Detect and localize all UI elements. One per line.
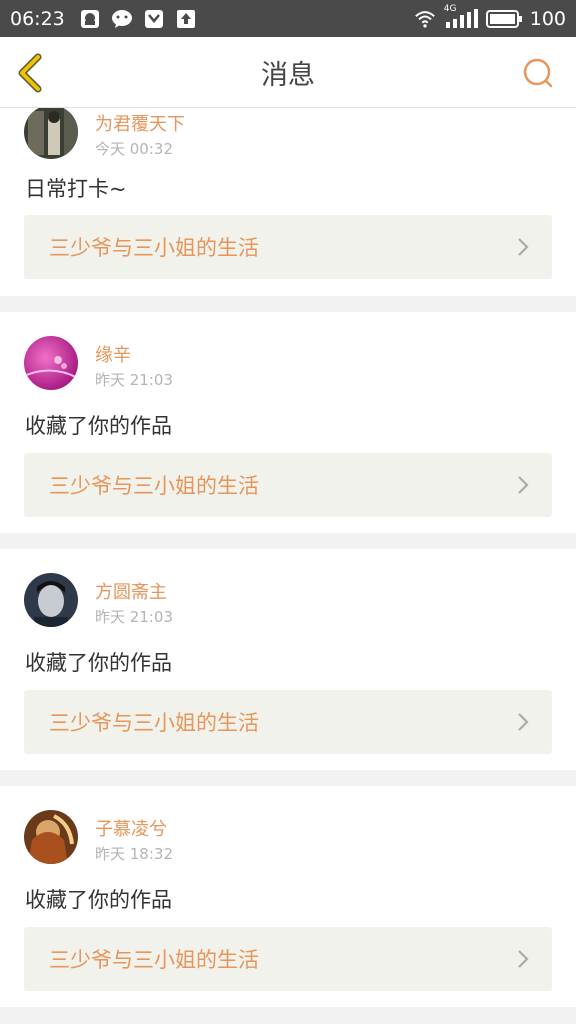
status-time: 06:23: [10, 7, 65, 30]
chevron-left-icon: [18, 53, 42, 93]
user-name[interactable]: 为君覆天下: [95, 110, 185, 136]
status-bar: 06:23 4G 100: [0, 0, 576, 37]
message-text: 收藏了你的作品: [25, 651, 172, 675]
message-card: 缘辛 昨天 21:03 收藏了你的作品 三少爷与三小姐的生活: [0, 312, 576, 533]
chevron-right-icon: [518, 238, 529, 256]
search-button[interactable]: [522, 57, 554, 89]
work-link[interactable]: 三少爷与三小姐的生活: [24, 690, 552, 754]
chevron-right-icon: [518, 476, 529, 494]
message-text: 收藏了你的作品: [25, 888, 172, 912]
user-avatar[interactable]: [24, 108, 78, 159]
network-label: 4G: [443, 3, 457, 14]
message-time: 昨天 18:32: [95, 845, 173, 863]
work-link[interactable]: 三少爷与三小姐的生活: [24, 927, 552, 991]
wechat-notification-icon: [111, 8, 133, 30]
chevron-right-icon: [518, 950, 529, 968]
message-feed[interactable]: 为君覆天下 今天 00:32 日常打卡~ 三少爷与三小姐的生活 缘辛 昨天 21…: [0, 108, 576, 1024]
user-avatar[interactable]: [24, 573, 78, 627]
work-title: 三少爷与三小姐的生活: [49, 711, 259, 735]
work-title: 三少爷与三小姐的生活: [49, 474, 259, 498]
work-link[interactable]: 三少爷与三小姐的生活: [24, 453, 552, 517]
message-text: 收藏了你的作品: [25, 414, 172, 438]
message-time: 今天 00:32: [95, 140, 173, 158]
upload-notification-icon: [175, 8, 197, 30]
search-icon: [523, 58, 553, 88]
battery-level: 100: [529, 7, 566, 30]
status-right: 4G 100: [414, 4, 566, 30]
message-text: 日常打卡~: [25, 177, 127, 201]
nav-bar: 消息: [0, 37, 576, 108]
user-name[interactable]: 子慕凌兮: [95, 815, 167, 841]
user-avatar[interactable]: [24, 336, 78, 390]
message-time: 昨天 21:03: [95, 608, 173, 626]
qq-notification-icon: [79, 8, 101, 30]
battery-icon: [485, 8, 522, 30]
message-card: 方圆斋主 昨天 21:03 收藏了你的作品 三少爷与三小姐的生活: [0, 549, 576, 770]
work-title: 三少爷与三小姐的生活: [49, 236, 259, 260]
user-name[interactable]: 方圆斋主: [95, 578, 167, 604]
signal-4g-icon: 4G: [444, 4, 478, 30]
back-button[interactable]: [14, 53, 50, 93]
work-title: 三少爷与三小姐的生活: [49, 948, 259, 972]
message-time: 昨天 21:03: [95, 371, 173, 389]
chevron-right-icon: [518, 713, 529, 731]
message-card: 子慕凌兮 昨天 18:32 收藏了你的作品 三少爷与三小姐的生活: [0, 786, 576, 1007]
shield-notification-icon: [143, 8, 165, 30]
user-avatar[interactable]: [24, 810, 78, 864]
wifi-icon: [414, 8, 436, 30]
work-link[interactable]: 三少爷与三小姐的生活: [24, 215, 552, 279]
message-card: 为君覆天下 今天 00:32 日常打卡~ 三少爷与三小姐的生活: [0, 108, 576, 296]
page-title: 消息: [261, 59, 315, 91]
user-name[interactable]: 缘辛: [95, 341, 131, 367]
